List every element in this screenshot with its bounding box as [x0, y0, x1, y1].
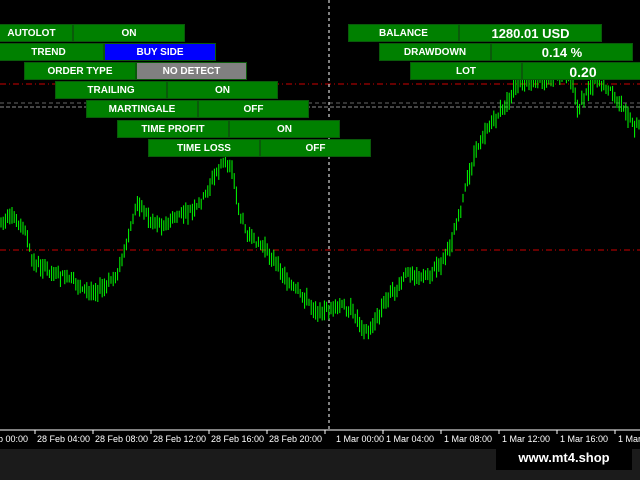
martingale-label: MARTINGALE — [86, 100, 198, 118]
chart-window: AUTOLOT ON TREND BUY SIDE ORDER TYPE NO … — [0, 0, 640, 480]
lot-value: 0.20 — [522, 62, 640, 80]
time-tick: 1 Mar — [618, 434, 640, 444]
time-tick: 1 Mar 08:00 — [444, 434, 493, 444]
time-tick: 28 Feb 04:00 — [37, 434, 91, 444]
time-tick: 1 Mar 04:00 — [386, 434, 435, 444]
time-tick: 1 Mar 12:00 — [502, 434, 551, 444]
trailing-label: TRAILING — [55, 81, 167, 99]
drawdown-value: 0.14 % — [491, 43, 633, 61]
time-tick: 1 Mar 16:00 — [560, 434, 609, 444]
balance-value: 1280.01 USD — [459, 24, 602, 42]
balance-label: BALANCE — [348, 24, 459, 42]
autolot-label: AUTOLOT — [0, 24, 73, 42]
trend-toggle[interactable]: BUY SIDE — [104, 43, 216, 61]
trailing-toggle[interactable]: ON — [167, 81, 278, 99]
time-tick: b 00:00 — [0, 434, 29, 444]
time-loss-label: TIME LOSS — [148, 139, 260, 157]
order-type-label: ORDER TYPE — [24, 62, 136, 80]
time-tick: 28 Feb 08:00 — [95, 434, 149, 444]
time-tick: 28 Feb 16:00 — [211, 434, 265, 444]
lot-label: LOT — [410, 62, 522, 80]
time-tick: 1 Mar 00:00 — [336, 434, 385, 444]
order-type-toggle[interactable]: NO DETECT — [136, 62, 247, 80]
watermark: www.mt4.shop — [496, 446, 632, 470]
drawdown-label: DRAWDOWN — [379, 43, 491, 61]
martingale-toggle[interactable]: OFF — [198, 100, 309, 118]
time-loss-toggle[interactable]: OFF — [260, 139, 371, 157]
time-tick: 28 Feb 12:00 — [153, 434, 207, 444]
time-profit-toggle[interactable]: ON — [229, 120, 340, 138]
time-profit-label: TIME PROFIT — [117, 120, 229, 138]
autolot-toggle[interactable]: ON — [73, 24, 185, 42]
trend-label: TREND — [0, 43, 104, 61]
time-tick: 28 Feb 20:00 — [269, 434, 323, 444]
